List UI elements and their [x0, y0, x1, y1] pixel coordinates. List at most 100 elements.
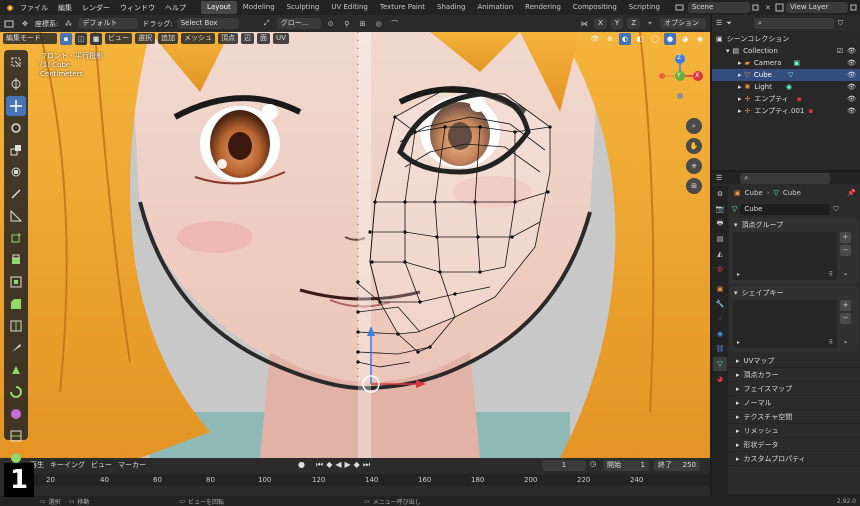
drag-dropdown[interactable]: Select Box [176, 18, 239, 29]
menu-window[interactable]: ウィンドウ [115, 3, 160, 13]
loop-cut-tool-icon[interactable] [6, 316, 26, 336]
scene-selector[interactable]: Scene [687, 2, 750, 13]
3d-viewport[interactable] [0, 32, 710, 458]
add-shape-key-button[interactable]: + [840, 300, 851, 311]
collection-row[interactable]: ▾ ▤ Collection ☑ 👁 [712, 45, 860, 57]
tab-scripting[interactable]: Scripting [623, 1, 666, 14]
view-object-types-icon[interactable]: 👁 [589, 33, 601, 45]
tab-modeling[interactable]: Modeling [237, 1, 281, 14]
scene-tab-icon[interactable]: ◭ [713, 247, 727, 261]
vertex-groups-header[interactable]: ▾ 頂点グループ [730, 218, 858, 232]
annotate-tool-icon[interactable] [6, 184, 26, 204]
remove-vertex-group-button[interactable]: − [840, 245, 851, 256]
shading-solid-icon[interactable]: ● [664, 32, 676, 45]
outliner-editor-icon[interactable]: ☰ [716, 19, 722, 27]
panel-face-maps[interactable]: ▸ フェイスマップ [730, 382, 860, 396]
particles-tab-icon[interactable]: ⁘ [713, 312, 727, 326]
frame-start-field[interactable]: 開始 1 [603, 460, 649, 471]
tab-layout[interactable]: Layout [201, 1, 237, 14]
physics-tab-icon[interactable]: ◉ [713, 327, 727, 341]
expand-arrow-icon[interactable]: ▾ [734, 289, 738, 297]
menu-face[interactable]: 面 [257, 33, 270, 44]
menu-edit[interactable]: 編集 [53, 3, 77, 13]
smooth-tool-icon[interactable] [6, 404, 26, 424]
visibility-eye-icon[interactable]: 👁 [847, 59, 856, 67]
mirror-y-toggle[interactable]: Y [610, 18, 624, 29]
pan-hand-icon[interactable]: ✋ [686, 138, 702, 154]
transform-tool-icon[interactable] [6, 162, 26, 182]
shape-key-specials-button[interactable]: ⌄ [840, 336, 851, 347]
transform-orientation-icon[interactable]: ⤢ [261, 18, 273, 30]
bevel-tool-icon[interactable] [6, 294, 26, 314]
jump-start-icon[interactable]: ⏮ [316, 460, 323, 470]
list-resize-icon[interactable]: ⠿ [829, 271, 833, 278]
scale-tool-icon[interactable] [6, 140, 26, 160]
output-tab-icon[interactable]: 🖶 [713, 217, 727, 231]
transform-pivot-icon[interactable]: ✥ [19, 18, 31, 30]
panel-normals[interactable]: ▸ ノーマル [730, 396, 860, 410]
collapse-arrow-icon[interactable]: ▸ [736, 371, 740, 379]
tab-sculpting[interactable]: Sculpting [281, 1, 326, 14]
mirror-x-toggle[interactable]: X [594, 18, 607, 29]
mesh-browse-icon[interactable]: ▽ [732, 205, 737, 213]
menu-add[interactable]: 追加 [158, 33, 178, 44]
outliner-search-input[interactable]: ⌕ [753, 17, 834, 29]
editor-type-icon[interactable] [3, 18, 15, 30]
menu-file[interactable]: ファイル [15, 3, 53, 13]
poly-build-tool-icon[interactable] [6, 360, 26, 380]
remove-shape-key-button[interactable]: − [840, 313, 851, 324]
spin-tool-icon[interactable] [6, 382, 26, 402]
auto-merge-icon[interactable]: ⌖ [644, 18, 656, 30]
navigation-gizmo[interactable]: Z X Y [652, 50, 708, 106]
snap-increment-icon[interactable]: ⊞ [357, 18, 369, 30]
scene-icon[interactable] [674, 2, 686, 14]
tab-uv-editing[interactable]: UV Editing [325, 1, 374, 14]
collapse-arrow-icon[interactable]: ▸ [736, 357, 740, 365]
collapse-arrow-icon[interactable]: ▸ [736, 413, 740, 421]
overlays-icon[interactable]: ◐ [619, 32, 631, 45]
panel-custom-properties[interactable]: ▸ カスタムプロパティ [730, 452, 860, 466]
expand-arrow-icon[interactable]: ▾ [726, 47, 730, 55]
tab-compositing[interactable]: Compositing [567, 1, 623, 14]
visibility-eye-icon[interactable]: 👁 [847, 107, 856, 115]
move-tool-icon[interactable] [6, 96, 26, 116]
expand-arrow-icon[interactable]: ▸ [738, 107, 742, 115]
tab-texture-paint[interactable]: Texture Paint [374, 1, 431, 14]
frame-end-field[interactable]: 終了 250 [654, 460, 700, 471]
menu-help[interactable]: ヘルプ [160, 3, 191, 13]
filter-icon[interactable]: ⏷ [726, 19, 732, 28]
mirror-icon[interactable]: ⋈ [578, 18, 590, 30]
pivot-point-icon[interactable]: ⊙ [325, 18, 337, 30]
properties-editor-icon[interactable]: ☰ [716, 174, 722, 182]
knife-tool-icon[interactable] [6, 338, 26, 358]
timeline-ruler[interactable]: 0 20 40 60 80 100 120 140 160 180 200 22… [28, 474, 710, 486]
perspective-toggle-icon[interactable]: ⊞ [686, 178, 702, 194]
object-tab-icon[interactable]: ▣ [713, 282, 727, 296]
zoom-icon[interactable]: ⌕ [686, 118, 702, 134]
measure-tool-icon[interactable] [6, 206, 26, 226]
keyframe-prev-icon[interactable]: ◆ [326, 460, 332, 470]
menu-select[interactable]: 選択 [135, 33, 155, 44]
pin-icon[interactable]: 📌 [847, 189, 856, 197]
keyframe-next-icon[interactable]: ◆ [354, 460, 360, 470]
menu-uv[interactable]: UV [273, 33, 289, 44]
view-layer-selector[interactable]: View Layer [785, 2, 848, 13]
shape-keys-list[interactable]: ▸ ⠿ [733, 300, 837, 348]
inset-tool-icon[interactable] [6, 272, 26, 292]
collapse-arrow-icon[interactable]: ▸ [736, 455, 740, 463]
rotate-tool-icon[interactable] [6, 118, 26, 138]
menu-mesh[interactable]: メッシュ [181, 33, 215, 44]
menu-render[interactable]: レンダー [77, 3, 115, 13]
visibility-eye-icon[interactable]: 👁 [847, 83, 856, 91]
shading-material-icon[interactable]: ◕ [679, 33, 691, 45]
outliner-filter-icon[interactable]: ⛉ [838, 19, 843, 28]
checkbox-icon[interactable]: ☑ [837, 47, 843, 55]
timeline-menu-marker[interactable]: マーカー [118, 460, 146, 470]
vertex-select-icon[interactable]: ▪ [60, 32, 72, 45]
copy-view-layer-icon[interactable] [848, 2, 860, 14]
fake-user-shield-icon[interactable]: ⛉ [833, 205, 838, 214]
list-resize-icon[interactable]: ⠿ [829, 339, 833, 346]
constraints-tab-icon[interactable]: ⛓ [713, 342, 727, 356]
panel-uv-maps[interactable]: ▸ UVマップ [730, 354, 860, 368]
menu-view[interactable]: ビュー [105, 33, 132, 44]
